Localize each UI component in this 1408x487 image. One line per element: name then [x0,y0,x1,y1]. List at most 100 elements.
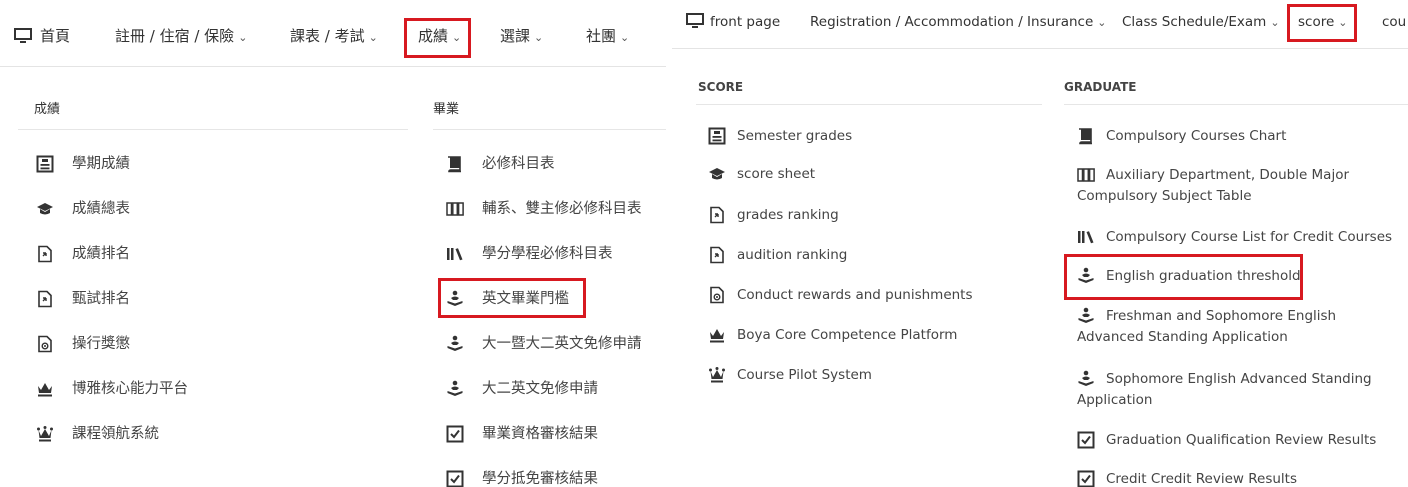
menu-item-boya[interactable]: Boya Core Competence Platform [708,325,957,346]
score-column-header: SCORE [698,80,744,94]
nav-schedule-label: 課表 / 考試 [290,27,365,45]
menu-panel-english: front page Registration / Accommodation … [672,0,1408,487]
menu-item-audition-ranking[interactable]: 甄試排名 [36,288,130,310]
menu-item-label: 成績總表 [72,201,130,217]
crown-icon [38,383,52,397]
menu-item-score-sheet[interactable]: score sheet [708,164,815,185]
menu-item-double-major[interactable]: 輔系、雙主修必修科目表 [446,198,642,220]
document-arrow-icon [38,290,52,308]
menu-item-label: 課程領航系統 [72,426,159,442]
menu-item-semester-grades[interactable]: Semester grades [708,126,852,147]
menu-item-compulsory-courses[interactable]: Compulsory Courses Chart [1077,126,1397,147]
document-eye-icon [38,335,52,353]
chevron-down-icon: ⌄ [238,31,248,44]
menu-item-credit-review[interactable]: 學分抵免審核結果 [446,468,598,487]
nav-courses[interactable]: cou [1382,12,1406,32]
check-box-icon [446,425,464,443]
menu-item-credit-review[interactable]: Credit Credit Review Results [1077,469,1397,487]
chevron-down-icon: ⌄ [620,31,630,44]
check-box-icon [1077,431,1095,449]
library-icon [447,248,463,261]
crown-icon [710,329,724,343]
nav-home-label: front page [710,14,781,30]
queen-icon [37,426,53,442]
menu-item-double-major[interactable]: Auxiliary Department, Double Major Compu… [1077,165,1395,207]
menu-item-label: 輔系、雙主修必修科目表 [482,201,642,217]
menu-item-label: 大一暨大二英文免修申請 [482,336,642,352]
menu-item-label: 甄試排名 [72,291,130,307]
menu-item-conduct[interactable]: 操行獎懲 [36,333,130,355]
nav-registration-label: 註冊 / 住宿 / 保險 [115,27,235,45]
menu-item-graduation-review[interactable]: 畢業資格審核結果 [446,423,598,445]
person-reading-icon [447,335,463,351]
menu-item-label: 學分學程必修科目表 [482,246,613,262]
menu-item-conduct[interactable]: Conduct rewards and punishments [708,285,973,306]
document-arrow-icon [38,245,52,263]
monitor-icon [686,13,704,28]
menu-item-label: Compulsory Course List for Credit Course… [1106,229,1393,245]
nav-registration[interactable]: 註冊 / 住宿 / 保險 ⌄ [115,26,247,48]
menu-item-label: 學期成績 [72,156,130,172]
menu-item-freshman-english[interactable]: Freshman and Sophomore English Advanced … [1077,306,1395,348]
list-box-icon [36,155,54,173]
menu-item-grades-ranking[interactable]: grades ranking [708,205,839,226]
menu-item-sophomore-english[interactable]: Sophomore English Advanced Standing Appl… [1077,369,1377,411]
menu-item-grades-ranking[interactable]: 成績排名 [36,243,130,265]
menu-item-label: 畢業資格審核結果 [482,426,598,442]
chevron-down-icon: ⌄ [1097,16,1107,29]
menu-item-boya[interactable]: 博雅核心能力平台 [36,378,188,400]
menu-item-label: Auxiliary Department, Double Major Compu… [1077,167,1350,204]
menu-item-label: 成績排名 [72,246,130,262]
highlight-box [438,278,586,318]
nav-schedule-label: Class Schedule/Exam [1122,14,1267,30]
menu-item-label: Compulsory Courses Chart [1106,128,1287,144]
menu-item-label: Semester grades [737,128,853,144]
menu-item-label: 博雅核心能力平台 [72,381,188,397]
menu-item-credit-courses[interactable]: Compulsory Course List for Credit Course… [1077,227,1397,248]
menu-item-credit-courses[interactable]: 學分學程必修科目表 [446,243,613,265]
person-reading-icon [447,380,463,396]
menu-item-freshman-english[interactable]: 大一暨大二英文免修申請 [446,333,642,355]
nav-schedule[interactable]: Class Schedule/Exam ⌄ [1122,12,1280,33]
menu-item-label: 操行獎懲 [72,336,130,352]
menu-item-course-pilot[interactable]: Course Pilot System [708,365,872,386]
divider [18,129,408,130]
nav-home[interactable]: 首頁 [14,26,70,46]
nav-course-selection[interactable]: 選課 ⌄ [500,26,543,48]
score-column-header: 成績 [34,102,61,117]
three-books-icon [446,202,464,216]
menu-item-label: score sheet [737,166,816,182]
nav-courses-label: cou [1382,14,1407,30]
book-icon [1079,128,1092,145]
book-icon [448,156,461,173]
queen-icon [709,367,725,383]
menu-item-audition-ranking[interactable]: audition ranking [708,245,847,266]
menu-item-sophomore-english[interactable]: 大二英文免修申請 [446,378,598,400]
highlight-box [404,18,471,58]
menu-item-label: 學分抵免審核結果 [482,471,598,487]
nav-registration[interactable]: Registration / Accommodation / Insurance… [810,12,1107,33]
graduation-cap-icon [709,168,725,180]
menu-item-semester-grades[interactable]: 學期成績 [36,153,130,175]
list-box-icon [708,127,726,145]
divider [696,104,1042,105]
menu-item-graduation-review[interactable]: Graduation Qualification Review Results [1077,430,1397,451]
menu-item-score-sheet[interactable]: 成績總表 [36,198,130,220]
menu-item-compulsory-courses[interactable]: 必修科目表 [446,153,555,175]
nav-schedule[interactable]: 課表 / 考試 ⌄ [290,26,378,48]
divider [433,129,666,130]
check-box-icon [446,470,464,487]
menu-item-label: audition ranking [737,247,848,263]
chevron-down-icon: ⌄ [1270,16,1280,29]
menu-item-label: Sophomore English Advanced Standing Appl… [1077,371,1372,408]
nav-course-selection-label: 選課 [500,27,531,45]
library-icon [1078,231,1094,244]
menu-item-label: grades ranking [737,207,839,223]
nav-clubs[interactable]: 社團 ⌄ [586,26,629,48]
menu-item-course-pilot[interactable]: 課程領航系統 [36,423,159,445]
menu-item-label: Course Pilot System [737,367,872,383]
monitor-icon [14,28,32,43]
nav-clubs-label: 社團 [586,27,617,45]
nav-home[interactable]: front page [686,12,780,32]
nav-registration-label: Registration / Accommodation / Insurance [810,14,1094,30]
